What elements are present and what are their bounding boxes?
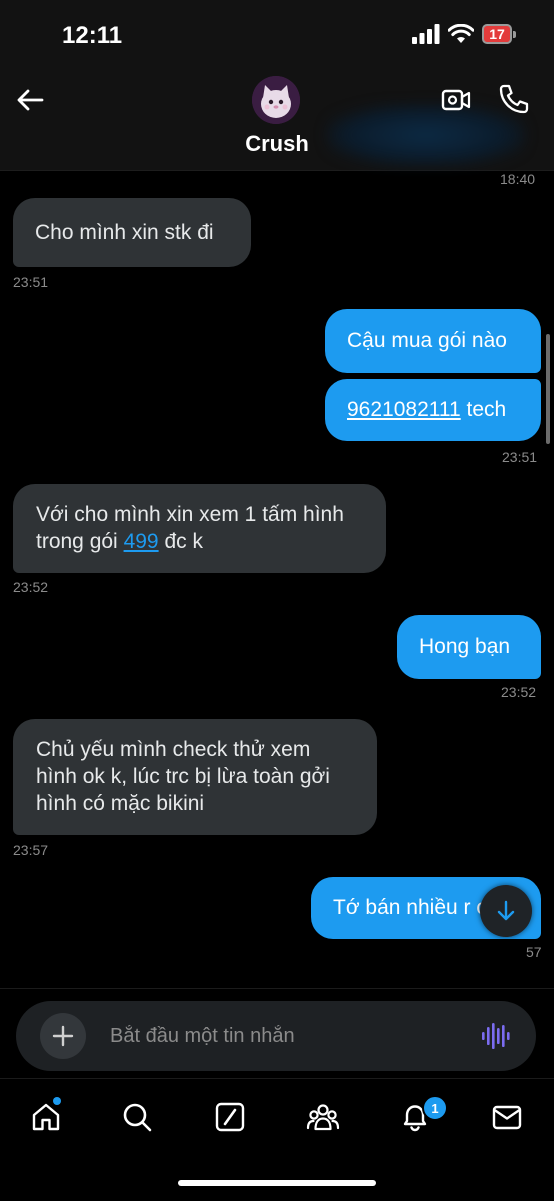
envelope-icon	[492, 1105, 522, 1130]
tab-search[interactable]	[117, 1097, 157, 1137]
message-text-line: Chủ yếu mình check thử xem	[36, 738, 311, 761]
message-timestamp: 18:40	[500, 171, 536, 187]
message-text: Cho mình xin stk đi	[35, 221, 214, 244]
message-bubble-incoming[interactable]: Với cho mình xin xem 1 tấm hình trong gó…	[13, 484, 386, 573]
cellular-signal-icon	[412, 24, 440, 44]
message-timestamp: 23:52	[13, 579, 49, 595]
message-bubble-outgoing[interactable]: 9621082111 tech	[325, 379, 541, 441]
message-text: Cậu mua gói nào	[347, 329, 507, 352]
blurred-area	[326, 104, 526, 166]
composer-bar	[0, 988, 554, 1079]
message-text: tech	[460, 398, 507, 421]
grok-icon	[215, 1102, 245, 1132]
message-text-line: trong gói 499 đc k	[36, 528, 363, 555]
back-arrow-icon	[17, 89, 44, 111]
back-button[interactable]	[14, 84, 46, 116]
message-text-line: hình ok k, lúc trc bị lừa toàn gởi	[36, 765, 330, 788]
plus-icon	[52, 1025, 74, 1047]
battery-level: 17	[482, 24, 512, 44]
voice-waveform-icon	[482, 1023, 510, 1049]
add-media-button[interactable]	[40, 1013, 86, 1059]
message-bubble-outgoing[interactable]: Cậu mua gói nào	[325, 309, 541, 373]
message-timestamp: 57	[526, 944, 542, 960]
home-indicator	[178, 1180, 376, 1186]
tab-messages[interactable]	[487, 1097, 527, 1137]
phone-number-link[interactable]: 9621082111	[347, 398, 461, 421]
video-call-button[interactable]	[440, 84, 472, 116]
kitten-avatar-icon	[252, 76, 300, 124]
search-icon	[123, 1103, 152, 1132]
message-bubble-incoming[interactable]: Cho mình xin stk đi	[13, 198, 251, 267]
message-text: Hong bạn	[419, 635, 511, 658]
message-input[interactable]	[110, 1023, 450, 1049]
tab-communities[interactable]	[303, 1097, 343, 1137]
conversation-header: Crush	[0, 70, 554, 171]
status-time: 12:11	[62, 22, 123, 49]
number-link[interactable]: 499	[124, 530, 159, 553]
contact-avatar[interactable]	[252, 76, 300, 124]
voice-call-button[interactable]	[497, 82, 531, 116]
video-camera-icon	[441, 89, 471, 111]
message-timestamp: 23:51	[502, 449, 538, 465]
scroll-to-bottom-button[interactable]	[480, 885, 532, 937]
voice-message-button[interactable]	[480, 1021, 510, 1051]
message-text: đc k	[158, 530, 203, 553]
tab-grok[interactable]	[210, 1097, 250, 1137]
composer	[16, 1001, 536, 1071]
home-icon	[32, 1103, 60, 1131]
message-timestamp: 23:52	[501, 684, 537, 700]
status-bar: 12:11 17	[0, 0, 554, 70]
phone-icon	[499, 84, 529, 114]
message-list[interactable]: 18:40 Cho mình xin stk đi 23:51 Cậu mua …	[0, 171, 554, 988]
message-text: trong gói	[36, 530, 124, 553]
message-bubble-outgoing[interactable]: Hong bạn	[397, 615, 541, 679]
arrow-down-icon	[497, 900, 515, 921]
communities-icon	[306, 1104, 340, 1131]
home-new-dot	[53, 1097, 61, 1105]
message-timestamp: 23:51	[13, 274, 49, 290]
status-icons: 17	[412, 24, 516, 44]
battery-icon: 17	[482, 24, 516, 44]
wifi-icon	[448, 24, 474, 43]
message-text-line: Với cho mình xin xem 1 tấm hình	[36, 503, 344, 526]
notification-count-badge: 1	[422, 1095, 448, 1121]
message-bubble-incoming[interactable]: Chủ yếu mình check thử xem hình ok k, lú…	[13, 719, 377, 835]
message-timestamp: 23:57	[13, 842, 49, 858]
scrollbar[interactable]	[546, 334, 550, 444]
message-text-line: hình có mặc bikini	[36, 792, 205, 815]
